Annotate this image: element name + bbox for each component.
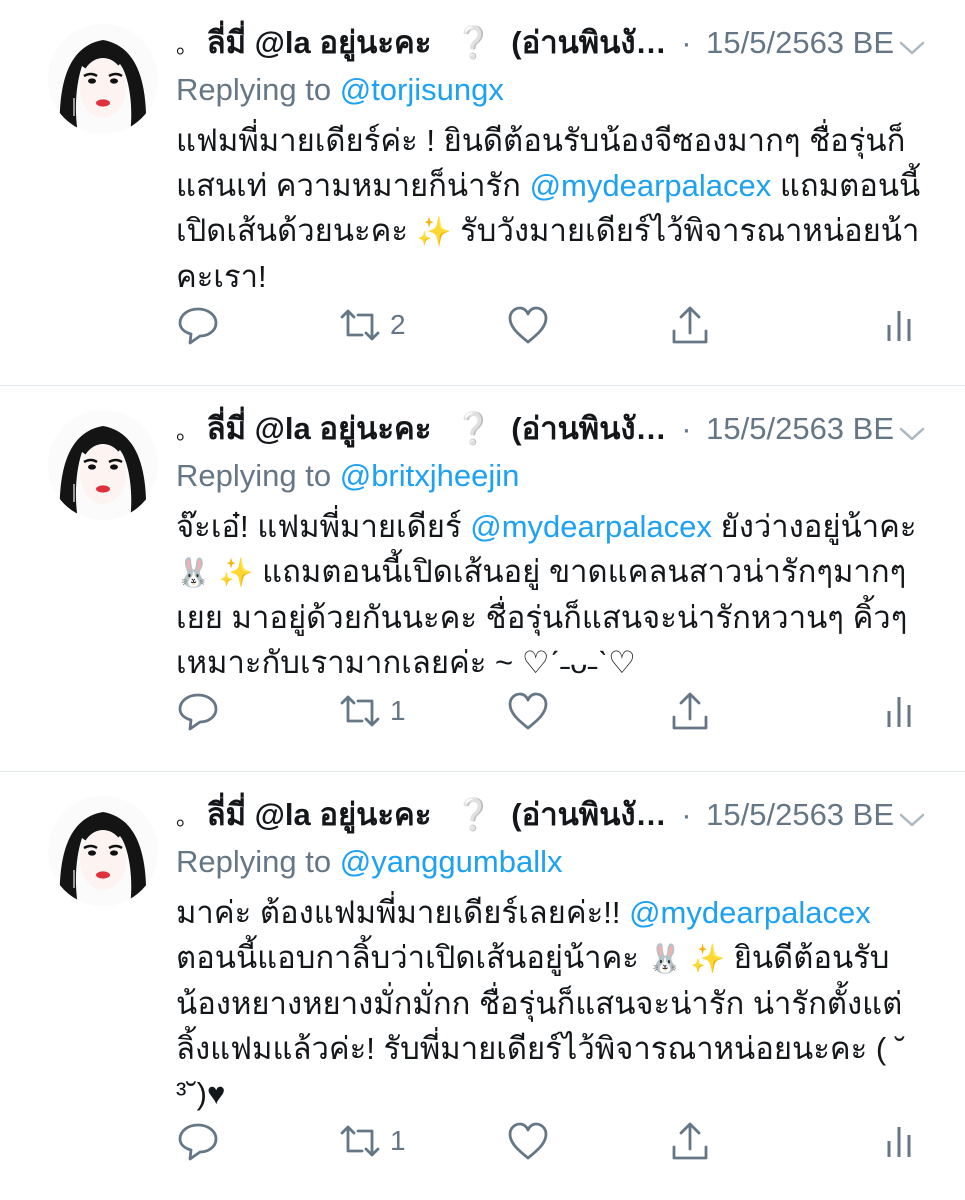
name-prefix: 。 xyxy=(176,419,199,444)
share-button[interactable] xyxy=(668,686,712,736)
tweet[interactable]: 。 ลี่มี่ @la อยู่นะคะ ❔ (อ่านพินงั… · 15… xyxy=(0,0,965,386)
share-icon xyxy=(668,303,712,347)
like-icon xyxy=(506,305,550,345)
tweet[interactable]: 。 ลี่มี่ @la อยู่นะคะ ❔ (อ่านพินงั… · 15… xyxy=(0,386,965,772)
replying-to-label: Replying to xyxy=(176,458,332,493)
analytics-icon xyxy=(884,1121,916,1161)
tweet-thread: 。 ลี่มี่ @la อยู่นะคะ ❔ (อ่านพินงั… · 15… xyxy=(0,0,965,1200)
chevron-down-icon[interactable] xyxy=(897,800,927,830)
tweet-text: จ๊ะเอ๋! แฟมพี่มายเดียร์ @mydearpalacex ย… xyxy=(176,504,936,685)
retweet-count: 2 xyxy=(390,309,406,340)
reply-button[interactable] xyxy=(176,300,220,350)
display-name[interactable]: ลี่มี่ @la อยู่นะคะ xyxy=(207,25,432,60)
display-name-suffix[interactable]: (อ่านพินงั… xyxy=(511,411,666,446)
replying-to: Replying to @torjisungx xyxy=(176,72,504,108)
reply-button[interactable] xyxy=(176,686,220,736)
tweet-header: 。 ลี่มี่ @la อยู่นะคะ ❔ (อ่านพินงั… · 15… xyxy=(176,404,965,454)
display-name[interactable]: ลี่มี่ @la อยู่นะคะ xyxy=(207,797,432,832)
analytics-button[interactable] xyxy=(884,300,916,350)
tweet-text: มาค่ะ ต้องแฟมพี่มายเดียร์เลยค่ะ!! @mydea… xyxy=(176,890,936,1116)
avatar-image xyxy=(48,796,158,906)
mention-link[interactable]: @mydearpalacex xyxy=(629,895,871,930)
avatar[interactable] xyxy=(48,24,158,134)
tweet-header: 。 ลี่มี่ @la อยู่นะคะ ❔ (อ่านพินงั… · 15… xyxy=(176,18,965,68)
avatar-image xyxy=(48,410,158,520)
avatar[interactable] xyxy=(48,410,158,520)
avatar[interactable] xyxy=(48,796,158,906)
share-icon xyxy=(668,1119,712,1163)
replying-to-label: Replying to xyxy=(176,844,332,879)
replying-to-label: Replying to xyxy=(176,72,332,107)
mention-link[interactable]: @mydearpalacex xyxy=(470,509,712,544)
analytics-button[interactable] xyxy=(884,686,916,736)
chevron-down-icon[interactable] xyxy=(897,414,927,444)
separator-dot: · xyxy=(681,797,692,832)
retweet-button[interactable]: 1 xyxy=(336,1116,406,1166)
mention-link[interactable]: @mydearpalacex xyxy=(530,168,772,203)
tweet-text-part: จ๊ะเอ๋! แฟมพี่มายเดียร์ xyxy=(176,509,471,544)
question-mark-icon: ❔ xyxy=(454,797,493,832)
tweet-text-part: ตอนนี้แอบกาลิ้บว่าเปิดเส้นอยู่น้าคะ xyxy=(176,940,648,975)
question-mark-icon: ❔ xyxy=(454,411,493,446)
rabbit-sparkles-emoji: 🐰 ✨ xyxy=(647,943,726,974)
tweet-text-part: มาค่ะ ต้องแฟมพี่มายเดียร์เลยค่ะ!! xyxy=(176,895,630,930)
analytics-icon xyxy=(884,305,916,345)
reply-button[interactable] xyxy=(176,1116,220,1166)
tweet-actions: 1 xyxy=(176,686,965,736)
display-name[interactable]: ลี่มี่ @la อยู่นะคะ xyxy=(207,411,432,446)
tweet-text-part: แถมตอนนี้เปิดเส้นอยู่ ขาดแคลนสาวน่ารักๆม… xyxy=(176,554,908,680)
display-name-suffix[interactable]: (อ่านพินงั… xyxy=(511,25,666,60)
retweet-button[interactable]: 2 xyxy=(336,300,406,350)
tweet-text-part: ยังว่างอยู่น้าคะ xyxy=(711,509,917,544)
reply-handle-link[interactable]: @torjisungx xyxy=(340,72,504,107)
replying-to: Replying to @yanggumballx xyxy=(176,844,562,880)
timestamp[interactable]: 15/5/2563 BE xyxy=(706,25,894,60)
tweet-header: 。 ลี่มี่ @la อยู่นะคะ ❔ (อ่านพินงั… · 15… xyxy=(176,790,965,840)
reply-handle-link[interactable]: @yanggumballx xyxy=(340,844,563,879)
reply-icon xyxy=(176,1119,220,1163)
avatar-image xyxy=(48,24,158,134)
analytics-button[interactable] xyxy=(884,1116,916,1166)
retweet-icon xyxy=(336,1121,384,1161)
retweet-icon xyxy=(336,691,384,731)
reply-icon xyxy=(176,689,220,733)
name-prefix: 。 xyxy=(176,805,199,830)
reply-icon xyxy=(176,303,220,347)
share-icon xyxy=(668,689,712,733)
question-mark-icon: ❔ xyxy=(454,25,493,60)
share-button[interactable] xyxy=(668,1116,712,1166)
tweet-text: แฟมพี่มายเดียร์ค่ะ ! ยินดีต้อนรับน้องจีซ… xyxy=(176,118,936,299)
like-icon xyxy=(506,1121,550,1161)
separator-dot: · xyxy=(681,25,692,60)
reply-handle-link[interactable]: @britxjheejin xyxy=(340,458,520,493)
tweet[interactable]: 。 ลี่มี่ @la อยู่นะคะ ❔ (อ่านพินงั… · 15… xyxy=(0,772,965,1200)
like-button[interactable] xyxy=(506,686,550,736)
tweet-actions: 1 xyxy=(176,1116,965,1166)
rabbit-sparkles-emoji: 🐰 ✨ xyxy=(176,557,254,588)
analytics-icon xyxy=(884,691,916,731)
retweet-button[interactable]: 1 xyxy=(336,686,406,736)
replying-to: Replying to @britxjheejin xyxy=(176,458,519,494)
tweet-actions: 2 xyxy=(176,300,965,350)
like-icon xyxy=(506,691,550,731)
share-button[interactable] xyxy=(668,300,712,350)
name-prefix: 。 xyxy=(176,33,199,58)
timestamp[interactable]: 15/5/2563 BE xyxy=(706,797,894,832)
separator-dot: · xyxy=(681,411,692,446)
display-name-suffix[interactable]: (อ่านพินงั… xyxy=(511,797,666,832)
retweet-count: 1 xyxy=(390,695,406,726)
like-button[interactable] xyxy=(506,1116,550,1166)
sparkles-emoji: ✨ xyxy=(416,216,452,247)
chevron-down-icon[interactable] xyxy=(897,28,927,58)
retweet-icon xyxy=(336,305,384,345)
like-button[interactable] xyxy=(506,300,550,350)
retweet-count: 1 xyxy=(390,1125,406,1156)
timestamp[interactable]: 15/5/2563 BE xyxy=(706,411,894,446)
